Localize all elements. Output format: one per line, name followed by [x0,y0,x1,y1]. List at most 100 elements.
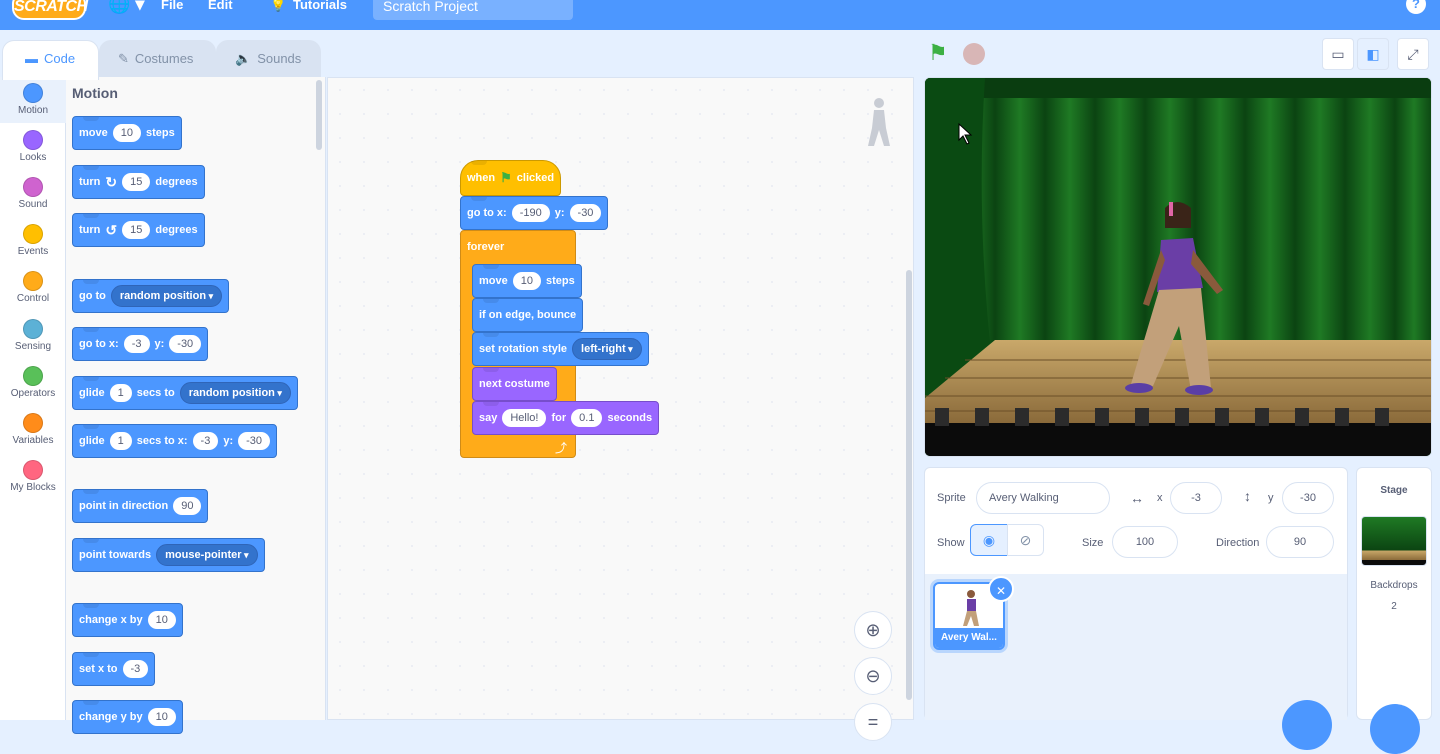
category-sound[interactable]: Sound [0,171,66,217]
rotation-dropdown[interactable]: left-right [572,338,642,360]
script-bounce[interactable]: if on edge, bounce [472,298,584,332]
direction-input[interactable]: 90 [173,497,202,515]
block-text: change x by [79,614,143,626]
normal-stage-button[interactable]: ◧ [1357,38,1389,70]
steps-input[interactable]: 10 [512,272,541,290]
category-my-blocks[interactable]: My Blocks [0,454,66,500]
sensing-dot-icon [23,319,43,339]
tab-sounds[interactable]: 🔈 Sounds [216,40,321,78]
size-input[interactable]: 100 [1112,526,1178,558]
script-scrollbar[interactable] [906,270,912,700]
block-go-to[interactable]: go to random position [72,279,230,313]
say-text-input[interactable]: Hello! [502,409,547,427]
small-stage-button[interactable]: ▭ [1322,38,1354,70]
block-text: move [79,127,108,139]
vertical-arrows-icon: ↕ [1244,488,1251,504]
block-glide[interactable]: glide 1 secs to random position [72,376,298,410]
category-looks[interactable]: Looks [0,124,66,170]
motion-dot-icon [23,83,43,103]
script-move[interactable]: move 10 steps [472,264,582,298]
loop-arrow-icon: ⤴ [555,441,568,455]
show-hidden-button[interactable]: ⊘ [1007,524,1044,556]
palette-scrollbar[interactable] [316,80,322,150]
fullscreen-icon: ⤢ [1407,46,1419,62]
block-text: y: [223,435,234,447]
target-dropdown[interactable]: random position [179,382,291,404]
category-sensing[interactable]: Sensing [0,313,66,359]
green-flag-icon[interactable]: ⚑ [928,40,948,66]
block-glide-xy[interactable]: glide 1 secs to x: -3 y: -30 [72,424,278,458]
category-events[interactable]: Events [0,218,66,264]
eye-slash-icon: ⊘ [1019,532,1032,548]
size-label: Size [1082,537,1104,549]
stage-canvas[interactable] [924,77,1432,457]
x-input[interactable]: -190 [511,204,550,222]
script-say[interactable]: say Hello! for 0.1 seconds [472,401,660,435]
direction-input[interactable]: 90 [1266,526,1334,558]
script-area[interactable] [327,77,914,720]
fullscreen-button[interactable]: ⤢ [1397,38,1429,70]
x-set-input[interactable]: -3 [122,660,149,678]
project-title-input[interactable]: Scratch Project [373,0,573,20]
x-change-input[interactable]: 10 [147,611,176,629]
degrees-input[interactable]: 15 [122,221,151,239]
stage-selector[interactable]: Stage [1356,467,1432,720]
y-position-input[interactable]: -30 [1282,482,1334,514]
block-text: glide [79,387,105,399]
add-backdrop-button[interactable] [1370,704,1420,754]
scratch-logo[interactable]: SCRATCH [12,0,88,20]
tab-costumes[interactable]: ✎ Costumes [99,40,216,78]
script-rotation-style[interactable]: set rotation style left-right [472,332,649,366]
zoom-in-icon[interactable]: ⊕ [854,611,892,649]
y-change-input[interactable]: 10 [147,708,176,726]
backdrop-thumbnail[interactable] [1361,516,1427,566]
seconds-input[interactable]: 0.1 [571,409,603,427]
block-point-direction[interactable]: point in direction 90 [72,489,209,523]
block-change-x[interactable]: change x by 10 [72,603,183,637]
show-visible-button[interactable]: ◉ [970,524,1008,556]
block-set-x[interactable]: set x to -3 [72,652,156,686]
steps-input[interactable]: 10 [112,124,141,142]
degrees-input[interactable]: 15 [122,173,151,191]
y-input[interactable]: -30 [169,335,202,353]
block-change-y[interactable]: change y by 10 [72,700,183,734]
category-control[interactable]: Control [0,265,66,311]
x-input[interactable]: -3 [123,335,150,353]
stop-icon[interactable] [963,43,985,65]
category-variables[interactable]: Variables [0,407,66,453]
x-input[interactable]: -3 [192,432,219,450]
y-input[interactable]: -30 [238,432,271,450]
secs-input[interactable]: 1 [109,432,132,450]
when-flag-clicked-block[interactable]: when ⚑ clicked [460,160,562,196]
category-motion[interactable]: Motion [0,77,66,123]
help-icon[interactable]: ? [1406,0,1426,14]
tutorials-menu[interactable]: Tutorials [293,0,347,12]
zoom-out-icon[interactable]: ⊖ [854,657,892,695]
block-text: go to x: [79,338,119,350]
secs-input[interactable]: 1 [109,384,132,402]
tab-code[interactable]: ▬ Code [2,40,99,80]
script-go-to-xy[interactable]: go to x: -190 y: -30 [460,196,609,230]
category-operators[interactable]: Operators [0,360,66,406]
sound-dot-icon [23,177,43,197]
block-text: degrees [155,176,198,188]
block-go-to-xy[interactable]: go to x: -3 y: -30 [72,327,209,361]
block-turn-right[interactable]: turn ↻ 15 degrees [72,165,205,199]
file-menu[interactable]: File [161,0,183,12]
zoom-reset-icon[interactable]: = [854,703,892,741]
menu-bar: SCRATCH 🌐 ▾ File Edit 💡 Tutorials Scratc… [0,0,1440,30]
block-move[interactable]: move 10 steps [72,116,182,150]
sprite-name-input[interactable]: Avery Walking [976,482,1110,514]
script-next-costume[interactable]: next costume [472,367,557,401]
x-position-input[interactable]: -3 [1170,482,1222,514]
y-input[interactable]: -30 [569,204,602,222]
edit-menu[interactable]: Edit [208,0,233,12]
globe-icon[interactable]: 🌐 ▾ [108,0,144,15]
block-point-towards[interactable]: point towards mouse-pointer [72,538,265,572]
target-dropdown[interactable]: random position [110,285,223,307]
towards-dropdown[interactable]: mouse-pointer [156,544,258,566]
add-sprite-button[interactable] [1282,700,1332,750]
block-turn-left[interactable]: turn ↺ 15 degrees [72,213,205,247]
delete-sprite-icon[interactable]: ✕ [988,576,1014,602]
brush-icon: ✎ [118,51,129,66]
